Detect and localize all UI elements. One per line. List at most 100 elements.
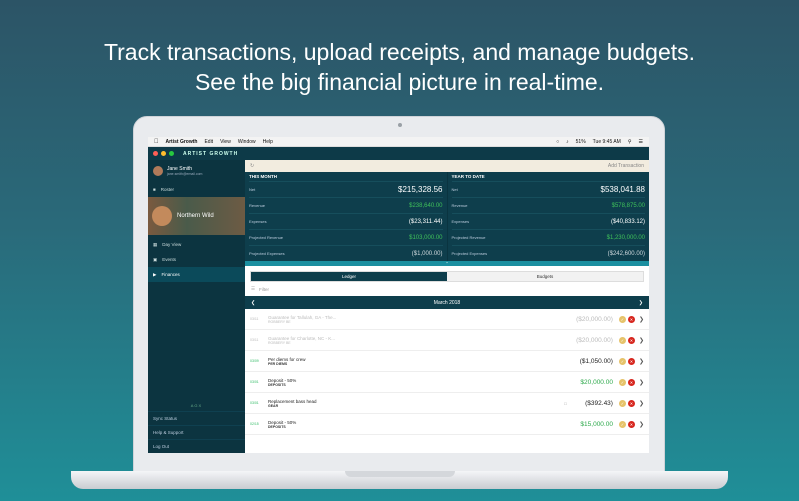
transaction-amount: ($20,000.00) [576, 315, 613, 323]
reject-x-icon[interactable]: ✕ [627, 357, 635, 365]
mac-menubar:  Artist Growth Edit View Window Help ○ … [148, 137, 649, 147]
chevron-right-icon[interactable]: ❯ [639, 421, 644, 428]
laptop-notch [345, 471, 455, 477]
menu-window[interactable]: Window [238, 139, 256, 145]
ledger-budget-tabs: Ledger Budgets [250, 271, 644, 282]
menu-view[interactable]: View [220, 139, 231, 145]
camera [398, 123, 402, 127]
artist-photo [152, 206, 172, 226]
approve-check-icon[interactable]: ✓ [618, 357, 626, 365]
volume-icon[interactable]: ♪ [566, 139, 569, 145]
menu-list-icon[interactable]: ☰ [639, 139, 643, 145]
financial-summary: THIS MONTH Net $215,328.56 Revenue $238,64… [245, 172, 649, 261]
chevron-right-icon[interactable]: ❯ [639, 400, 644, 407]
reject-x-icon[interactable]: ✕ [627, 378, 635, 386]
avatar [153, 166, 163, 176]
wifi-icon[interactable]: ○ [556, 139, 559, 145]
transaction-category: GEAR [268, 403, 279, 408]
transaction-category: ROBBERY BE [268, 319, 291, 324]
this-month-expenses: ($23,311.44) [408, 218, 443, 225]
sidebar-item-events[interactable]: ▣ Events [148, 252, 245, 267]
transaction-row[interactable]: 03/01 Deposit - 50% DEPOSITS $20,000.00 ✓… [245, 372, 649, 393]
clock[interactable]: Tue 9:45 AM [593, 139, 621, 145]
transaction-row[interactable]: 03/09 Per diems for crew PER DIEMS ($1,05… [245, 351, 649, 372]
transaction-row[interactable]: 03/11 Guarantee for Tallulah, GA - The..… [245, 309, 649, 330]
transaction-row[interactable]: 02/15 Deposit - 50% DEPOSITS $15,000.00 ✓… [245, 414, 649, 435]
help-support-link[interactable]: Help & Support [148, 425, 245, 439]
chevron-right-icon[interactable]: ❯ [639, 337, 644, 344]
events-icon: ▣ [153, 256, 158, 262]
finances-icon: ▶ [153, 271, 157, 277]
approve-check-icon[interactable]: ✓ [618, 336, 626, 344]
transaction-category: DEPOSITS [268, 382, 286, 387]
filter-icon: ☰ [251, 286, 256, 291]
add-transaction-button[interactable]: Add Transaction [608, 163, 644, 169]
summary-label: Projected Expenses [249, 251, 285, 256]
app-screen:  Artist Growth Edit View Window Help ○ … [148, 137, 649, 453]
tab-ledger[interactable]: Ledger [251, 272, 447, 281]
summary-label: Revenue [451, 203, 468, 208]
summary-label: Net [451, 187, 458, 192]
summary-label: Revenue [249, 203, 266, 208]
transaction-row[interactable]: 03/01 Replacement bass head GEAR □ ($392.… [245, 393, 649, 414]
minimize-window-button[interactable] [161, 151, 166, 156]
ytd-projected-revenue: $1,230,000.00 [606, 234, 645, 241]
sidebar-item-day-view[interactable]: ▦ Day View [148, 237, 245, 252]
menu-help[interactable]: Help [263, 139, 273, 145]
search-icon[interactable]: ⚲ [628, 139, 632, 145]
summary-label: Net [249, 187, 256, 192]
reject-x-icon[interactable]: ✕ [627, 399, 635, 407]
this-month-net: $215,328.56 [398, 185, 443, 194]
artist-name: Northern Wild [177, 213, 214, 219]
sidebar-item-label: Finances [161, 272, 180, 277]
transaction-row[interactable]: 03/11 Guarantee for Charlotte, NC - K...… [245, 330, 649, 351]
approve-check-icon[interactable]: ✓ [618, 315, 626, 323]
ytd-revenue: $578,875.00 [611, 202, 645, 209]
roster-icon: ■ [153, 187, 156, 192]
artist-card[interactable]: Northern Wild [148, 197, 245, 235]
sidebar-item-roster[interactable]: ■ Roster [148, 182, 245, 197]
sidebar-item-label: Roster [160, 187, 174, 192]
menu-app-name[interactable]: Artist Growth [166, 139, 198, 145]
menu-edit[interactable]: Edit [204, 139, 213, 145]
next-month-chevron-icon[interactable]: ❯ [639, 300, 643, 306]
transaction-date: 03/01 [250, 401, 259, 405]
ytd-projected-expenses: ($242,600.00) [607, 250, 645, 257]
approve-check-icon[interactable]: ✓ [618, 399, 626, 407]
reject-x-icon[interactable]: ✕ [627, 315, 635, 323]
battery-level[interactable]: 51% [576, 139, 586, 145]
transaction-date: 03/11 [250, 338, 259, 342]
sidebar-item-finances[interactable]: ▶ Finances [148, 267, 245, 282]
sync-status-link[interactable]: Sync Status [148, 411, 245, 425]
reject-x-icon[interactable]: ✕ [627, 336, 635, 344]
top-strip: ↻ Add Transaction [245, 160, 649, 172]
transaction-amount: ($20,000.00) [576, 336, 613, 344]
transaction-date: 03/01 [250, 380, 259, 384]
year-to-date-column: YEAR TO DATE Net $538,041.88 Revenue $578,… [448, 172, 650, 261]
chevron-right-icon[interactable]: ❯ [639, 358, 644, 365]
filter-control[interactable]: ☰ Filter [245, 282, 649, 296]
refresh-icon[interactable]: ↻ [250, 163, 254, 169]
zoom-window-button[interactable] [169, 151, 174, 156]
collapse-summary-button[interactable]: ⌃ [245, 261, 649, 266]
transaction-amount: ($392.43) [585, 399, 613, 407]
receipt-icon[interactable]: □ [562, 400, 569, 407]
transaction-amount: ($1,050.00) [579, 357, 613, 365]
apple-icon[interactable]:  [154, 139, 159, 145]
sidebar-item-label: Day View [162, 242, 182, 247]
chevron-up-icon: ⌃ [445, 261, 449, 266]
chevron-right-icon[interactable]: ❯ [639, 379, 644, 386]
this-month-title: THIS MONTH [249, 174, 277, 179]
headline-line-2: See the big financial picture in real-ti… [194, 69, 605, 95]
user-email: jane.smith@email.com [167, 172, 203, 176]
reject-x-icon[interactable]: ✕ [627, 420, 635, 428]
log-out-link[interactable]: Log Out [148, 439, 245, 453]
approve-check-icon[interactable]: ✓ [618, 420, 626, 428]
tab-budgets[interactable]: Budgets [447, 272, 643, 281]
close-window-button[interactable] [153, 151, 158, 156]
chevron-right-icon[interactable]: ❯ [639, 316, 644, 323]
agx-logo: AGX [190, 403, 203, 408]
prev-month-chevron-icon[interactable]: ❮ [251, 300, 255, 306]
user-profile[interactable]: Jane Smith jane.smith@email.com [148, 160, 245, 182]
approve-check-icon[interactable]: ✓ [618, 378, 626, 386]
